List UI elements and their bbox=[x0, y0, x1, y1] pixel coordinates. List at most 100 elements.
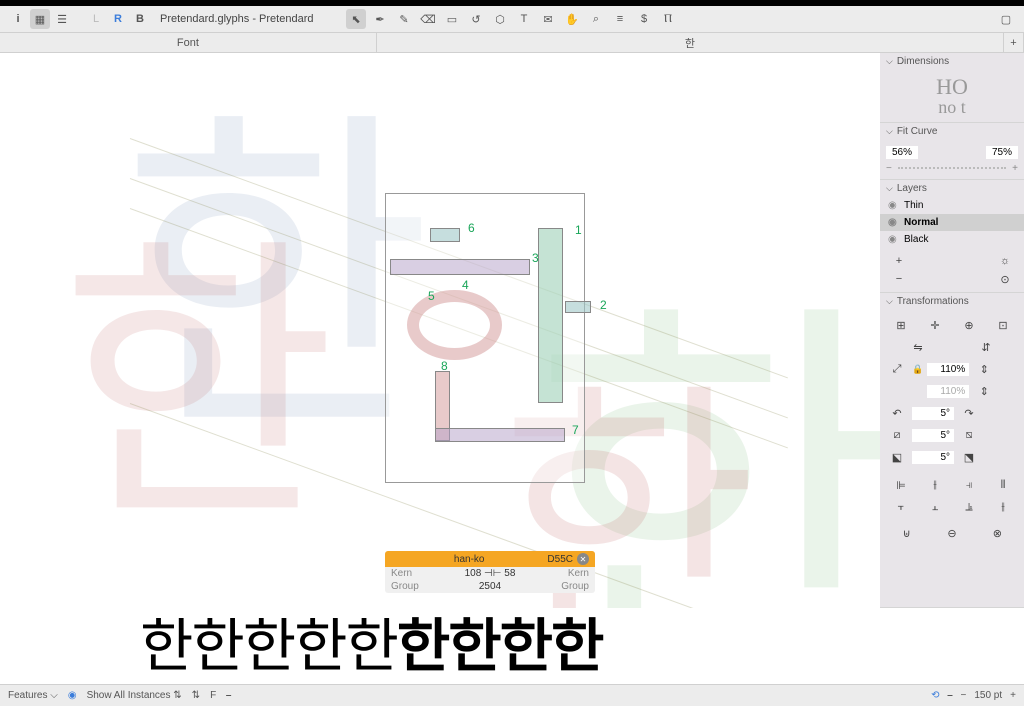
baseline-icon[interactable]: ⎯ bbox=[226, 690, 231, 701]
rotate-ccw-button[interactable]: ↶ bbox=[886, 404, 908, 422]
preview-bar: 한한한한한한한한한 bbox=[0, 608, 1024, 684]
layer-sun-icon[interactable]: ☼ bbox=[994, 252, 1016, 270]
dimensions-header[interactable]: Dimensions bbox=[880, 53, 1024, 70]
instances-menu[interactable]: Show All Instances ⇅ bbox=[87, 690, 182, 701]
currency-tool[interactable]: $ bbox=[634, 9, 654, 29]
eye-icon[interactable]: ◉ bbox=[888, 234, 900, 245]
features-menu[interactable]: Features ⌵ bbox=[8, 690, 58, 701]
boolean-subtract-button[interactable]: ⊖ bbox=[941, 524, 963, 542]
align-left-button[interactable]: ⊫ bbox=[890, 476, 912, 494]
sidebar-toggle-button[interactable]: ▢ bbox=[996, 9, 1016, 29]
component-tick[interactable] bbox=[565, 301, 591, 313]
component-top-cap[interactable] bbox=[430, 228, 460, 242]
glyph-tab[interactable]: 한 bbox=[377, 33, 1004, 52]
measure-tool[interactable]: ≡ bbox=[610, 9, 630, 29]
scale-x-input[interactable]: 110% bbox=[927, 363, 969, 376]
distribute-h-button[interactable]: ⫴ bbox=[992, 476, 1014, 494]
list-view-button[interactable]: ☰ bbox=[52, 9, 72, 29]
flip-vertical-button[interactable]: ⇵ bbox=[975, 338, 997, 356]
glyph-canvas[interactable]: 한 한 한 한 1 2 3 4 5 6 7 8 han-ko D55C ✕ bbox=[0, 53, 880, 608]
slant-v-input[interactable]: 5° bbox=[912, 451, 954, 464]
lock-icon[interactable]: 🔒 bbox=[912, 364, 923, 375]
erase-tool[interactable]: ⌫ bbox=[418, 9, 438, 29]
baseline-right-icon[interactable]: ⎯ bbox=[948, 690, 953, 701]
glyph-name: han-ko bbox=[391, 554, 547, 565]
new-tab-button[interactable]: + bbox=[1004, 33, 1024, 52]
transformations-header[interactable]: Transformations bbox=[880, 293, 1024, 310]
distribute-v-button[interactable]: ⫲ bbox=[992, 498, 1014, 516]
rotate-tool[interactable]: ↺ bbox=[466, 9, 486, 29]
component-horizontal-bar[interactable] bbox=[390, 259, 530, 275]
fit-curve-header[interactable]: Fit Curve bbox=[880, 123, 1024, 140]
zoom-out-button[interactable]: − bbox=[961, 690, 967, 701]
origin-grid-button[interactable]: ⊞ bbox=[890, 316, 912, 334]
align-right-button[interactable]: ⫣ bbox=[958, 476, 980, 494]
font-tab[interactable]: Font bbox=[0, 33, 377, 52]
add-layer-button[interactable]: + bbox=[888, 252, 910, 270]
interpolation-preview-thin: 한 bbox=[60, 143, 336, 577]
zoom-level[interactable]: 150 pt bbox=[974, 690, 1002, 701]
regular-master-button[interactable]: R bbox=[108, 9, 128, 29]
component-vertical-stem[interactable] bbox=[538, 228, 563, 403]
close-info-button[interactable]: ✕ bbox=[577, 553, 589, 565]
grid-view-button[interactable]: ▦ bbox=[30, 9, 50, 29]
flip-horizontal-button[interactable]: ⇋ bbox=[907, 338, 929, 356]
zoom-in-button[interactable]: + bbox=[1010, 690, 1016, 701]
component-circle[interactable] bbox=[407, 290, 502, 360]
left-master-button[interactable]: L bbox=[86, 9, 106, 29]
layer-black[interactable]: ◉Black bbox=[880, 231, 1024, 248]
align-middle-button[interactable]: ⊕ bbox=[958, 316, 980, 334]
skew-up-button[interactable]: ⬕ bbox=[886, 448, 908, 466]
component-bottom-bar[interactable] bbox=[435, 428, 565, 442]
scale-y-stepper[interactable]: ⇕ bbox=[973, 382, 995, 400]
boolean-intersect-button[interactable]: ⊗ bbox=[986, 524, 1008, 542]
node-label-2: 2 bbox=[600, 298, 607, 312]
layer-normal[interactable]: ◉Normal bbox=[880, 214, 1024, 231]
bold-master-button[interactable]: B bbox=[130, 9, 150, 29]
fit-right-value[interactable]: 75% bbox=[986, 146, 1018, 159]
annotate-tool[interactable]: ✉ bbox=[538, 9, 558, 29]
remove-layer-button[interactable]: − bbox=[888, 270, 910, 288]
dimensions-preview: HO no t bbox=[880, 70, 1024, 122]
boolean-union-button[interactable]: ⊎ bbox=[896, 524, 918, 542]
slant-h-input[interactable]: 5° bbox=[912, 429, 954, 442]
eye-icon[interactable]: ◉ bbox=[888, 217, 900, 228]
transform-indicator-icon[interactable]: ⟲ bbox=[931, 690, 939, 701]
rotate-cw-button[interactable]: ↷ bbox=[958, 404, 980, 422]
primitive-tool[interactable]: ▭ bbox=[442, 9, 462, 29]
hand-tool[interactable]: ✋ bbox=[562, 9, 582, 29]
slant-left-button[interactable]: ⧄ bbox=[886, 426, 908, 444]
align-vcenter-button[interactable]: ⫠ bbox=[924, 498, 946, 516]
reference-point-button[interactable]: ⊡ bbox=[992, 316, 1014, 334]
text-tool[interactable]: T bbox=[514, 9, 534, 29]
select-tool[interactable]: ⬉ bbox=[346, 9, 366, 29]
scale-y-input[interactable]: 110% bbox=[927, 385, 969, 398]
rotate-angle-input[interactable]: 5° bbox=[912, 407, 954, 420]
visibility-icon[interactable]: ◉ bbox=[68, 690, 77, 701]
node-label-8: 8 bbox=[441, 359, 448, 373]
node-label-4: 4 bbox=[462, 278, 469, 292]
skew-down-button[interactable]: ⬔ bbox=[958, 448, 980, 466]
eye-icon[interactable]: ◉ bbox=[888, 200, 900, 211]
flip-preview-button[interactable]: ⇅ bbox=[192, 690, 200, 701]
scale-stepper[interactable]: ⇕ bbox=[973, 360, 995, 378]
align-hcenter-button[interactable]: ⫲ bbox=[924, 476, 946, 494]
align-center-button[interactable]: ✛ bbox=[924, 316, 946, 334]
pencil-tool[interactable]: ✎ bbox=[394, 9, 414, 29]
info-button[interactable]: i bbox=[8, 9, 28, 29]
features-f-button[interactable]: F bbox=[210, 690, 216, 701]
zoom-tool[interactable]: ⌕ bbox=[586, 9, 606, 29]
layers-header[interactable]: Layers bbox=[880, 180, 1024, 197]
align-top-button[interactable]: ⫟ bbox=[890, 498, 912, 516]
corner-tool[interactable]: ⬡ bbox=[490, 9, 510, 29]
truetype-tool[interactable]: Ⲡ bbox=[658, 9, 678, 29]
layer-thin[interactable]: ◉Thin bbox=[880, 197, 1024, 214]
slant-right-button[interactable]: ⧅ bbox=[958, 426, 980, 444]
layer-options-button[interactable]: ⊙ bbox=[994, 270, 1016, 288]
fit-slider[interactable]: −+ bbox=[886, 161, 1018, 175]
glyph-unicode: D55C bbox=[547, 554, 573, 565]
node-label-5: 5 bbox=[428, 289, 435, 303]
fit-left-value[interactable]: 56% bbox=[886, 146, 918, 159]
align-bottom-button[interactable]: ⫡ bbox=[958, 498, 980, 516]
pen-tool[interactable]: ✒ bbox=[370, 9, 390, 29]
